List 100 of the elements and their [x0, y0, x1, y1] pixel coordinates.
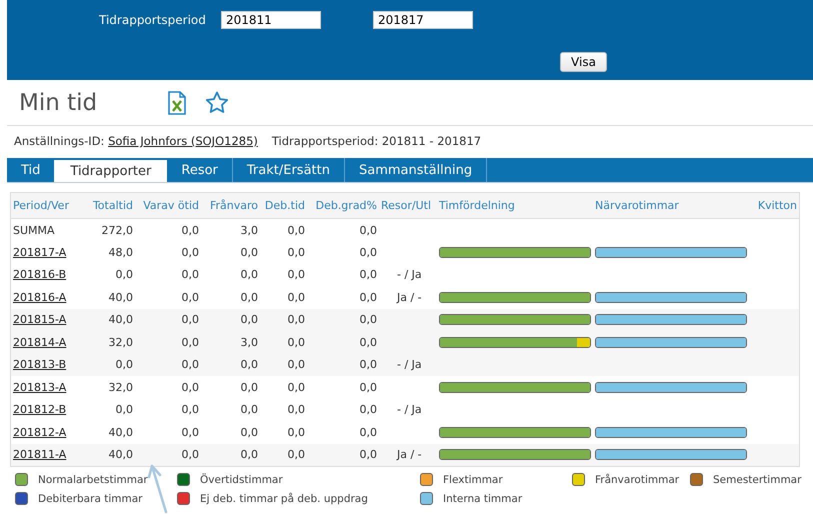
table-cell: 0,0 [182, 246, 199, 259]
table-cell: 0,0 [288, 380, 305, 394]
table-cell: 40,0 [108, 426, 133, 439]
period-label: Tidrapportsperiod [99, 13, 206, 27]
table-cell: Ja / - [397, 448, 422, 462]
period-link[interactable]: 201811-A [13, 448, 66, 462]
tab[interactable]: Resor [167, 158, 233, 182]
column-header: Resor/Utl [379, 193, 437, 218]
legend-label: Frånvarotimmar [595, 474, 680, 486]
period-link[interactable]: 201815-A [13, 313, 66, 326]
table-cell: 3,0 [240, 336, 258, 349]
table-cell: 0,0 [182, 448, 199, 462]
table-cell: 0,0 [182, 336, 199, 349]
table-cell: 0,0 [360, 268, 377, 282]
period-link[interactable]: 201816-B [13, 268, 66, 282]
employee-info: Anställnings-ID: Sofia Johnfors (SOJO1285) [14, 134, 258, 150]
table-cell: 0,0 [360, 336, 377, 349]
table-cell: 0,0 [182, 290, 199, 304]
tab[interactable]: Tidrapporter [54, 160, 168, 182]
period-info: Tidrapportsperiod: 201811 - 201817 [272, 134, 482, 150]
table-cell: 0,0 [240, 403, 258, 416]
excel-export-icon[interactable] [167, 90, 187, 114]
table-cell: 272,0 [102, 224, 133, 236]
table-cell: 0,0 [240, 246, 258, 259]
table-cell: 0,0 [182, 313, 199, 326]
period-link[interactable]: 201813-B [13, 358, 66, 372]
legend-label: Semestertimmar [713, 474, 802, 486]
table-cell: 40,0 [108, 448, 133, 462]
table-cell: 0,0 [240, 448, 258, 462]
table-cell: 0,0 [360, 290, 377, 304]
period-link[interactable]: 201814-A [13, 336, 66, 349]
table-cell: 0,0 [240, 358, 258, 372]
table-cell: 0,0 [288, 336, 305, 349]
table-cell: 0,0 [182, 403, 199, 416]
table-cell: - / Ja [397, 358, 422, 372]
table-cell: 0,0 [288, 224, 305, 236]
show-button[interactable]: Visa [560, 52, 607, 72]
column-header: Närvarotimmar [593, 193, 749, 218]
table-cell: 0,0 [360, 380, 377, 394]
column-header: Deb.tid [260, 193, 307, 218]
period-link[interactable]: 201816-A [13, 290, 66, 304]
table-cell: 0,0 [288, 290, 305, 304]
employee-link[interactable]: Sofia Johnfors (SOJO1285) [108, 134, 258, 148]
table-cell: 0,0 [360, 246, 377, 259]
column-header: Frånvaro [201, 193, 260, 218]
table-cell: 32,0 [108, 336, 133, 349]
table-cell: 0,0 [240, 426, 258, 439]
table-cell: 0,0 [360, 224, 377, 236]
table-cell: 0,0 [288, 403, 305, 416]
column-header: Kvitton [749, 193, 799, 218]
period-from-field[interactable]: 201811 [221, 11, 321, 29]
table-cell: 0,0 [360, 403, 377, 416]
period-link[interactable]: 201812-B [13, 403, 66, 416]
table-cell: - / Ja [397, 403, 422, 416]
table-cell: 0,0 [288, 246, 305, 259]
tab[interactable]: Tid [7, 158, 54, 182]
legend-label: Ej deb. timmar på deb. uppdrag [200, 492, 368, 504]
legend-label: Flextimmar [443, 474, 503, 486]
legend-label: Interna timmar [443, 492, 522, 504]
table-cell: 40,0 [108, 313, 133, 326]
table-cell: 0,0 [116, 403, 133, 416]
table-cell: 32,0 [108, 380, 133, 394]
table-cell: 40,0 [108, 290, 133, 304]
table-cell: 0,0 [116, 358, 133, 372]
table-cell: 0,0 [360, 313, 377, 326]
table-cell: 0,0 [240, 380, 258, 394]
table-cell: 0,0 [182, 358, 199, 372]
tab[interactable]: Trakt/Ersättn [232, 158, 345, 182]
table-cell: 0,0 [288, 426, 305, 439]
table-cell: 0,0 [288, 313, 305, 326]
sum-label: SUMMA [13, 224, 55, 236]
table-cell: 0,0 [360, 358, 377, 372]
table-cell: 0,0 [360, 426, 377, 439]
period-link[interactable]: 201817-A [13, 246, 66, 259]
table-cell: 0,0 [240, 313, 258, 326]
column-header: Deb.grad% [307, 193, 379, 218]
table-cell: 48,0 [108, 246, 133, 259]
table-cell: 0,0 [288, 268, 305, 282]
table-cell: 0,0 [182, 224, 199, 236]
table-cell: 0,0 [182, 268, 199, 282]
legend-label: Övertidstimmar [200, 474, 283, 486]
column-header: Totaltid [85, 193, 135, 218]
table-cell: 0,0 [116, 268, 133, 282]
column-header: Period/Ver [11, 193, 85, 218]
table-cell: 0,0 [360, 448, 377, 462]
period-to-field[interactable]: 201817 [373, 11, 473, 29]
table-cell: Ja / - [397, 290, 422, 304]
period-link[interactable]: 201812-A [13, 426, 66, 439]
table-cell: 3,0 [240, 224, 258, 236]
legend-label: Debiterbara timmar [38, 492, 142, 504]
tab[interactable]: Sammanställning [344, 158, 488, 182]
period-link[interactable]: 201813-A [13, 380, 66, 394]
column-header: Timfördelning [437, 193, 593, 218]
legend-label: Normalarbetstimmar [38, 474, 148, 486]
star-icon[interactable] [205, 91, 229, 114]
table-cell: 0,0 [182, 380, 199, 394]
table-cell: 0,0 [288, 358, 305, 372]
table-cell: 0,0 [240, 290, 258, 304]
table-cell: - / Ja [397, 268, 422, 282]
table-cell: 0,0 [240, 268, 258, 282]
